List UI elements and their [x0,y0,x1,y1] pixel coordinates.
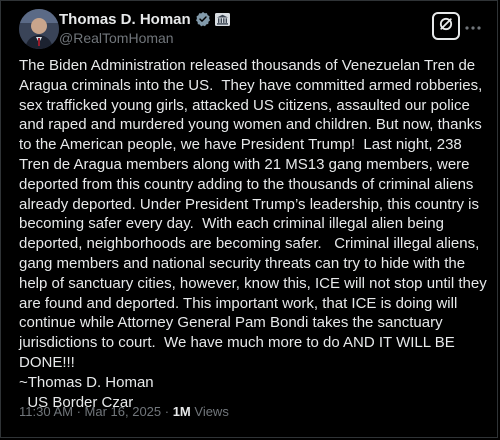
grok-icon [438,16,454,37]
meta-separator: · [161,404,173,419]
post-time[interactable]: 11:30 AM [19,404,73,419]
post-header: Thomas D. Homan @RealTomHoman [19,9,481,49]
government-building-icon [214,12,230,26]
author-handle[interactable]: @RealTomHoman [59,30,230,46]
verified-badge-icon [195,11,211,27]
post-metadata: 11:30 AM · Mar 16, 2025 · 1M Views [19,404,229,419]
grok-button[interactable] [432,12,460,40]
more-options-button[interactable] [465,18,481,34]
views-label: Views [190,404,229,419]
more-options-icon [465,17,481,35]
author-block: Thomas D. Homan @RealTomHoman [59,10,230,46]
avatar[interactable] [19,9,59,49]
views-count: 1M [172,404,191,419]
meta-separator: · [72,404,85,419]
post-text: The Biden Administration released thousa… [19,57,487,411]
post-date[interactable]: Mar 16, 2025 [85,404,162,419]
author-name[interactable]: Thomas D. Homan [59,11,191,28]
